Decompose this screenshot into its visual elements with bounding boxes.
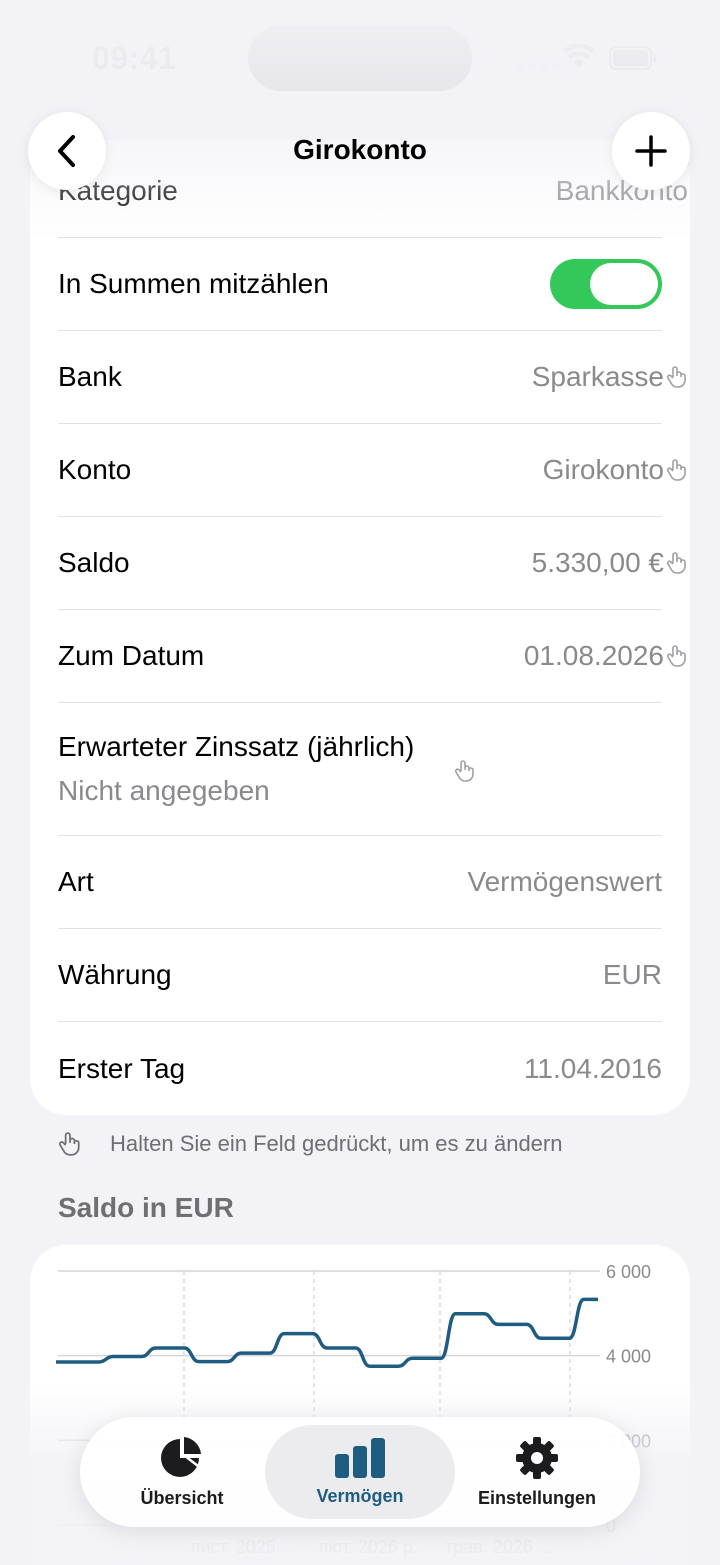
tab-assets[interactable]: Vermögen	[265, 1425, 455, 1519]
row-bank-label: Bank	[58, 361, 122, 392]
hint: Halten Sie ein Feld gedrückt, um es zu ä…	[58, 1130, 562, 1158]
tab-overview[interactable]: Übersicht	[102, 1425, 262, 1519]
row-date-label: Zum Datum	[58, 640, 205, 671]
dynamic-island	[248, 25, 472, 91]
add-button[interactable]	[612, 112, 690, 190]
hand-press-icon	[666, 459, 686, 481]
include-in-totals-toggle[interactable]	[550, 259, 662, 309]
row-first-day-label: Erster Tag	[58, 1052, 186, 1084]
row-interest-rate-value: Nicht angegeben	[58, 775, 270, 806]
row-bank-value: Sparkasse	[531, 361, 664, 392]
hand-press-icon	[58, 1132, 80, 1156]
row-account-value-wrap: Girokonto	[543, 454, 688, 486]
row-type-label: Art	[58, 866, 94, 897]
status-time: 09:41	[92, 40, 177, 76]
row-balance-value: 5.330,00 €	[531, 547, 664, 578]
row-currency-label: Währung	[58, 959, 172, 990]
row-include-in-totals: In Summen mitzählen	[58, 238, 662, 331]
account-details-card: Kategorie Bankkonto In Summen mitzählen …	[30, 140, 690, 1115]
row-date[interactable]: Zum Datum 01.08.2026	[58, 610, 686, 703]
row-balance-label: Saldo	[58, 547, 130, 578]
row-account[interactable]: Konto Girokonto	[58, 424, 686, 517]
row-bank[interactable]: Bank Sparkasse	[58, 331, 686, 424]
row-balance-value-wrap: 5.330,00 €	[532, 547, 688, 579]
row-date-value-wrap: 01.08.2026	[524, 640, 688, 672]
tab-settings[interactable]: Einstellungen	[458, 1425, 616, 1519]
row-first-day-value: 11.04.2016	[523, 1052, 662, 1084]
tab-settings-label: Einstellungen	[477, 1487, 596, 1508]
battery-icon	[609, 46, 656, 70]
hand-press-icon	[666, 366, 686, 388]
tab-overview-label: Übersicht	[140, 1487, 224, 1508]
tab-assets-label: Vermögen	[316, 1485, 404, 1506]
chart-y-tick-label: 6 000	[606, 1262, 651, 1282]
chart-y-tick-label: 4 000	[606, 1347, 651, 1367]
hand-press-icon	[666, 552, 686, 574]
row-currency-value: EUR	[602, 959, 662, 990]
row-interest-rate[interactable]: Erwarteter Zinssatz (jährlich) Nicht ang…	[58, 703, 662, 836]
row-bank-value-wrap: Sparkasse	[532, 361, 688, 393]
bar-chart-icon	[335, 1437, 385, 1478]
tab-bar: Übersicht Vermögen Einstellungen	[80, 1417, 640, 1527]
hint-text: Halten Sie ein Feld gedrückt, um es zu ä…	[110, 1131, 563, 1156]
status-bar: 09:41	[0, 0, 720, 110]
chart-x-tick-label: лют. 2026 р.	[318, 1537, 418, 1557]
row-type-value: Vermögenswert	[467, 866, 662, 897]
row-account-value: Girokonto	[542, 454, 664, 485]
cellular-signal-icon	[516, 62, 559, 69]
row-interest-rate-label: Erwarteter Zinssatz (jährlich)	[58, 731, 415, 762]
row-include-in-totals-label: In Summen mitzählen	[58, 268, 329, 299]
hand-press-icon	[454, 760, 474, 782]
pie-chart-icon	[161, 1436, 201, 1477]
row-currency[interactable]: Währung EUR	[58, 929, 662, 1022]
plus-icon	[635, 135, 667, 167]
row-balance[interactable]: Saldo 5.330,00 €	[58, 517, 686, 610]
chart-x-tick-label: трав. 2026 ...	[445, 1537, 553, 1557]
hand-press-icon	[666, 645, 686, 667]
wifi-icon	[563, 44, 595, 68]
row-type[interactable]: Art Vermögenswert	[58, 836, 662, 929]
row-date-value: 01.08.2026	[523, 640, 664, 671]
toggle-knob	[590, 263, 658, 305]
row-account-label: Konto	[58, 454, 132, 485]
chart-x-tick-label: лист. 2025...	[190, 1537, 291, 1557]
section-title: Saldo in EUR	[58, 1192, 234, 1223]
gear-icon	[516, 1436, 558, 1479]
row-first-day[interactable]: Erster Tag 11.04.2016	[58, 1022, 662, 1115]
